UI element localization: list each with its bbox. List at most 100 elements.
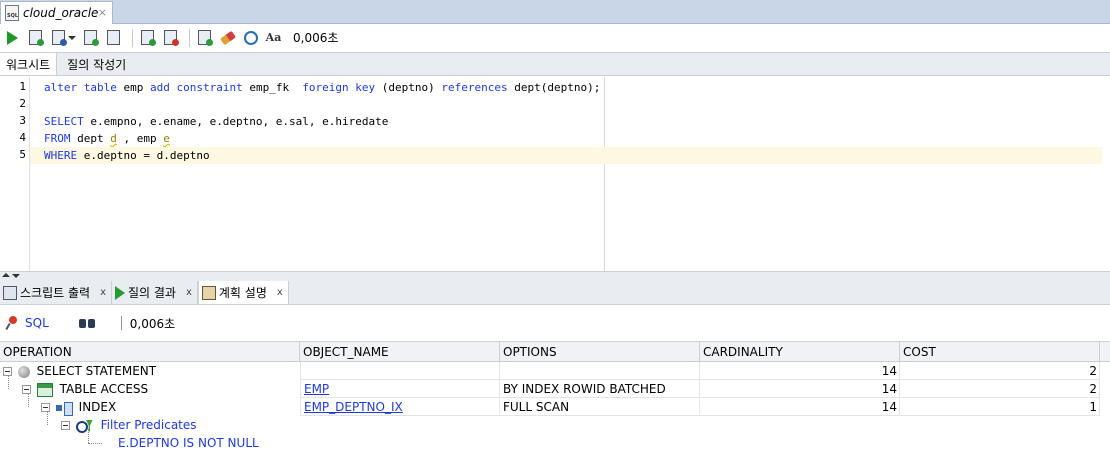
toolbar-separator (120, 316, 122, 330)
collapse-icon[interactable] (61, 421, 70, 430)
object-link[interactable]: EMP_DEPTNO_IX (304, 400, 403, 414)
autotrace-dropdown[interactable] (68, 28, 77, 47)
splitter-arrows[interactable] (2, 273, 22, 281)
tab-worksheet[interactable]: 워크시트 (0, 53, 58, 75)
unshared-sql-button[interactable] (195, 28, 214, 47)
code-area[interactable]: alter table emp add constraint emp_fk fo… (30, 77, 1110, 271)
document-tab-cloud-oracle[interactable]: cloud_oracle × (0, 1, 113, 24)
operation-text: INDEX (78, 400, 117, 414)
elapsed-time: 0,006초 (129, 316, 176, 331)
worksheet-toolbar: Aa 0,006초 (0, 24, 1110, 51)
column-header-object-name[interactable]: OBJECT_NAME (300, 342, 500, 362)
text-case-icon: Aa (265, 31, 282, 44)
object-link[interactable]: EMP (304, 382, 329, 396)
document-tab-bar: cloud_oracle × (0, 0, 1110, 24)
sql-token: dept(deptno); (514, 81, 601, 94)
explain-plan-icon (84, 30, 99, 46)
object-name-cell[interactable]: EMP (300, 380, 500, 398)
sql-token: e.deptno = d.deptno (83, 149, 210, 162)
tab-query-result[interactable]: 질의 결과 x (112, 281, 198, 304)
grid-header: OPERATION OBJECT_NAME OPTIONS CARDINALIT… (0, 341, 1110, 362)
collapse-icon[interactable] (22, 385, 31, 394)
result-toolbar: SQL 0,006초 (0, 306, 1110, 340)
sql-token: emp (123, 81, 150, 94)
result-tabs: 스크립트 출력 x 질의 결과 x 계획 설명 x (0, 281, 1110, 305)
explain-plan-button[interactable] (81, 28, 100, 47)
code-line[interactable]: FROM dept d , emp e (38, 130, 1110, 147)
table-icon (36, 382, 53, 397)
operation-cell: TABLE ACCESS (0, 380, 300, 398)
collapse-icon[interactable] (41, 403, 50, 412)
eraser-icon (219, 30, 236, 45)
sql-token: dept (77, 132, 111, 145)
play-icon (114, 285, 125, 300)
toolbar-separator (132, 28, 133, 47)
code-line[interactable] (38, 96, 1110, 113)
sql-editor[interactable]: 1 2 3 4 5 alter table emp add constraint… (0, 77, 1110, 271)
sql-token: e (163, 132, 170, 145)
tab-label: 계획 설명 (218, 286, 267, 300)
binoculars-icon[interactable] (78, 317, 95, 329)
close-icon[interactable]: x (277, 287, 283, 298)
close-tab-icon[interactable]: × (98, 6, 107, 19)
code-line[interactable]: SELECT e.empno, e.ename, e.deptno, e.sal… (38, 113, 1110, 130)
close-icon[interactable]: x (100, 287, 106, 298)
line-number: 5 (19, 148, 26, 161)
table-row[interactable]: INDEX EMP_DEPTNO_IX FULL SCAN 14 1 (0, 398, 1110, 416)
rollback-button[interactable] (161, 28, 180, 47)
run-statement-button[interactable] (3, 28, 22, 47)
close-icon[interactable]: x (186, 287, 192, 298)
collapse-up-icon[interactable] (2, 273, 10, 277)
cost-cell: 2 (900, 362, 1100, 380)
table-row[interactable]: SELECT STATEMENT 14 2 (0, 362, 1110, 380)
tab-script-output[interactable]: 스크립트 출력 x (0, 281, 112, 304)
run-script-button[interactable] (26, 28, 45, 47)
operation-text: Filter Predicates (100, 418, 197, 432)
cardinality-cell: 14 (700, 380, 900, 398)
sql-keyword: alter table (44, 81, 124, 94)
sql-token: d (110, 132, 117, 145)
sql-tuning-button[interactable] (104, 28, 123, 47)
operation-text: TABLE ACCESS (59, 382, 149, 396)
column-header-cost[interactable]: COST (900, 342, 1100, 362)
collapse-icon[interactable] (3, 367, 12, 376)
table-row[interactable]: TABLE ACCESS EMP BY INDEX ROWID BATCHED … (0, 380, 1110, 398)
code-line[interactable]: alter table emp add constraint emp_fk fo… (38, 79, 1110, 96)
collapse-down-icon[interactable] (12, 274, 20, 278)
code-line[interactable]: WHERE e.deptno = d.deptno (30, 147, 1102, 164)
column-header-operation[interactable]: OPERATION (0, 342, 300, 362)
table-row[interactable]: E.DEPTNO IS NOT NULL (0, 434, 1110, 452)
clear-button[interactable] (218, 28, 237, 47)
object-name-cell (300, 362, 500, 380)
tab-query-builder[interactable]: 질의 작성기 (61, 53, 132, 75)
sql-token: (deptno) (381, 81, 442, 94)
clock-icon (243, 30, 258, 45)
worksheet-subtabs: 워크시트 질의 작성기 (0, 52, 1110, 76)
line-number-gutter: 1 2 3 4 5 (0, 77, 30, 271)
commit-button[interactable] (138, 28, 157, 47)
explain-plan-grid[interactable]: OPERATION OBJECT_NAME OPTIONS CARDINALIT… (0, 341, 1110, 454)
autotrace-button[interactable] (49, 28, 68, 47)
tab-label: 질의 결과 (127, 286, 176, 300)
line-number: 3 (19, 114, 26, 127)
cardinality-cell: 14 (700, 398, 900, 416)
document-tab-label: cloud_oracle (23, 6, 99, 20)
column-header-cardinality[interactable]: CARDINALITY (700, 342, 900, 362)
unshared-sql-icon (198, 30, 213, 46)
panel-splitter[interactable] (0, 271, 1110, 281)
options-cell: BY INDEX ROWID BATCHED (500, 380, 700, 398)
format-case-button[interactable]: Aa (264, 28, 283, 47)
object-name-cell[interactable]: EMP_DEPTNO_IX (300, 398, 500, 416)
toolbar-separator (189, 28, 190, 47)
predicate-text: E.DEPTNO IS NOT NULL (118, 436, 259, 450)
cost-cell: 1 (900, 398, 1100, 416)
history-button[interactable] (241, 28, 260, 47)
index-icon (55, 401, 73, 416)
commit-icon (141, 30, 156, 46)
pin-icon[interactable] (5, 316, 19, 330)
sql-button[interactable]: SQL (25, 316, 49, 330)
column-header-options[interactable]: OPTIONS (500, 342, 700, 362)
table-row[interactable]: Filter Predicates (0, 416, 1110, 434)
elapsed-time: 0,006초 (293, 31, 339, 45)
tab-explain-plan[interactable]: 계획 설명 x (197, 281, 289, 304)
